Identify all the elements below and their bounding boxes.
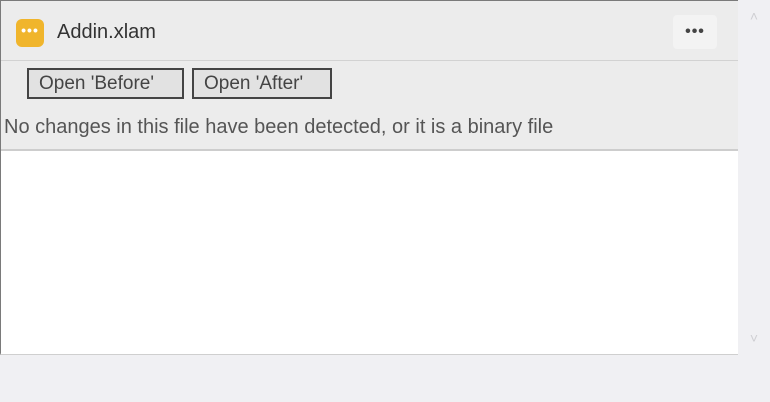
file-header: ••• Addin.xlam ••• (1, 1, 738, 61)
open-after-button[interactable]: Open 'After' (192, 68, 332, 99)
file-name: Addin.xlam (57, 21, 156, 43)
file-icon-glyph: ••• (21, 22, 39, 38)
no-changes-message: No changes in this file have been detect… (4, 116, 554, 138)
open-before-button[interactable]: Open 'Before' (27, 68, 184, 99)
scroll-track[interactable] (749, 30, 759, 320)
diff-file-panel: ••• Addin.xlam ••• Open 'Before' Open 'A… (0, 0, 738, 355)
bottom-strip (0, 355, 770, 402)
vertical-scrollbar[interactable]: ˄ ˅ (738, 0, 770, 355)
ellipsis-file-icon: ••• (16, 19, 44, 47)
scroll-up-icon[interactable]: ˄ (746, 8, 762, 24)
more-icon: ••• (685, 23, 705, 40)
scroll-down-icon[interactable]: ˅ (746, 330, 762, 346)
more-options-button[interactable]: ••• (673, 15, 717, 49)
diff-toolbar: Open 'Before' Open 'After' No changes in… (1, 61, 738, 151)
diff-content-area (1, 152, 738, 354)
